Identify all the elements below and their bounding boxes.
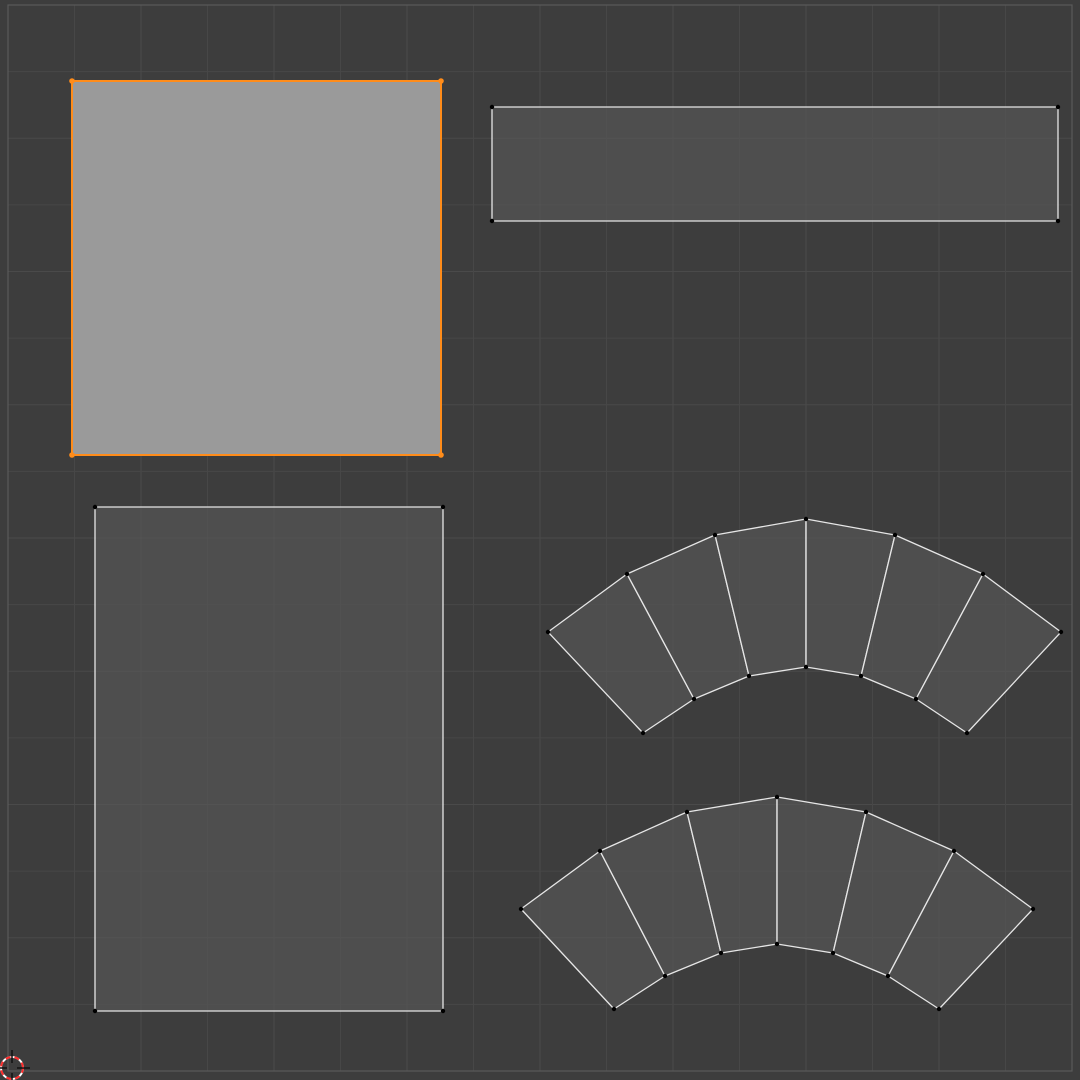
uv-vertex[interactable]	[1055, 218, 1061, 224]
uv-vertex[interactable]	[69, 452, 75, 458]
uv-vertex[interactable]	[662, 973, 668, 979]
uv-vertex[interactable]	[1058, 629, 1064, 635]
uv-face[interactable]	[71, 80, 442, 456]
uv-vertex[interactable]	[684, 809, 690, 815]
uv-vertex[interactable]	[624, 571, 630, 577]
uv-vertex[interactable]	[913, 696, 919, 702]
uv-vertex[interactable]	[863, 809, 869, 815]
uv-vertex[interactable]	[691, 696, 697, 702]
uv-vertex[interactable]	[489, 104, 495, 110]
uv-face[interactable]	[491, 106, 1059, 222]
uv-vertex[interactable]	[92, 1008, 98, 1014]
uv-vertex[interactable]	[885, 973, 891, 979]
uv-canvas[interactable]	[0, 0, 1080, 1080]
uv-vertex[interactable]	[858, 673, 864, 679]
uv-vertex[interactable]	[718, 950, 724, 956]
uv-vertex[interactable]	[774, 941, 780, 947]
uv-vertex[interactable]	[92, 504, 98, 510]
uv-vertex[interactable]	[892, 532, 898, 538]
uv-vertex[interactable]	[438, 452, 444, 458]
uv-vertex[interactable]	[440, 504, 446, 510]
square-island[interactable]	[69, 78, 444, 458]
uv-vertex[interactable]	[712, 532, 718, 538]
uv-vertex[interactable]	[611, 1006, 617, 1012]
strip-island[interactable]	[489, 104, 1061, 224]
uv-vertex[interactable]	[830, 950, 836, 956]
uv-vertex[interactable]	[774, 794, 780, 800]
uv-face[interactable]	[94, 506, 444, 1012]
3d-cursor-icon[interactable]	[0, 1050, 30, 1080]
uv-vertex[interactable]	[936, 1006, 942, 1012]
uv-vertex[interactable]	[803, 664, 809, 670]
uv-vertex[interactable]	[545, 629, 551, 635]
tall-island[interactable]	[92, 504, 446, 1014]
arc-island-lower[interactable]	[518, 794, 1036, 1012]
uv-vertex[interactable]	[1055, 104, 1061, 110]
arc-island-upper[interactable]	[545, 516, 1064, 736]
uv-vertex[interactable]	[951, 848, 957, 854]
uv-vertex[interactable]	[489, 218, 495, 224]
uv-vertex[interactable]	[1030, 906, 1036, 912]
uv-vertex[interactable]	[640, 730, 646, 736]
uv-islands[interactable]	[69, 78, 1064, 1014]
uv-vertex[interactable]	[746, 673, 752, 679]
uv-vertex[interactable]	[518, 906, 524, 912]
uv-vertex[interactable]	[964, 730, 970, 736]
uv-editor-viewport[interactable]	[0, 0, 1080, 1080]
uv-vertex[interactable]	[597, 848, 603, 854]
uv-vertex[interactable]	[440, 1008, 446, 1014]
uv-vertex[interactable]	[803, 516, 809, 522]
uv-vertex[interactable]	[980, 571, 986, 577]
uv-vertex[interactable]	[69, 78, 75, 84]
uv-vertex[interactable]	[438, 78, 444, 84]
